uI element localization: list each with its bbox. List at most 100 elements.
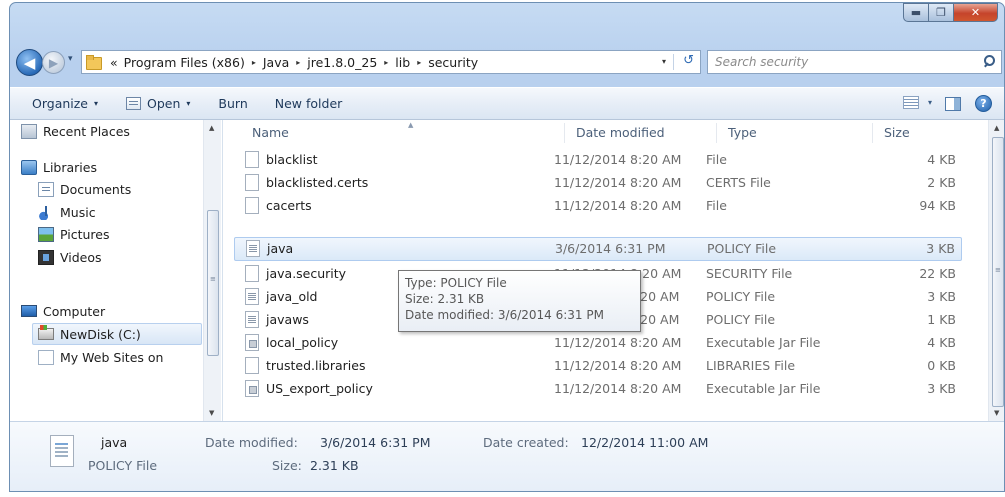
libraries-icon — [21, 159, 37, 175]
address-dropdown-icon[interactable]: ▾ — [662, 57, 666, 66]
close-button[interactable]: ✕ — [954, 3, 998, 22]
column-divider[interactable] — [564, 123, 565, 143]
sort-ascending-icon: ▲ — [408, 121, 414, 129]
scroll-down-icon[interactable]: ▼ — [209, 409, 214, 417]
nav-item-newdisk[interactable]: NewDisk (C:) — [32, 323, 202, 345]
file-size: 1 KB — [927, 312, 956, 327]
nav-scroll-thumb[interactable]: ≡ — [207, 210, 219, 356]
file-row-java[interactable]: java 3/6/2014 6:31 PM POLICY File 3 KB — [234, 237, 962, 261]
file-size: 4 KB — [927, 335, 956, 350]
forward-button[interactable]: ▶ — [42, 51, 65, 74]
file-date: 11/12/2014 8:20 AM — [554, 381, 682, 396]
nav-item-music[interactable]: Music — [38, 201, 96, 223]
tooltip-date-modified: Date modified: 3/6/2014 6:31 PM — [405, 308, 604, 322]
column-type[interactable]: Type — [728, 125, 757, 140]
details-size-label: Size: — [272, 458, 302, 473]
grip-icon: ≡ — [210, 275, 216, 283]
scroll-up-icon[interactable]: ▲ — [994, 124, 999, 132]
chevron-down-icon: ▾ — [94, 99, 99, 108]
nav-item-my-web-sites[interactable]: My Web Sites on — [38, 346, 203, 368]
column-size[interactable]: Size — [884, 125, 910, 140]
column-name[interactable]: Name — [252, 125, 289, 140]
nav-item-documents[interactable]: Documents — [38, 178, 131, 200]
file-row-us-export-policy[interactable]: US_export_policy 11/12/2014 8:20 AM Exec… — [234, 378, 962, 400]
nav-item-label: Videos — [60, 249, 102, 265]
chevron-right-icon[interactable]: ▸ — [252, 58, 256, 67]
search-icon[interactable] — [982, 54, 995, 68]
file-type: CERTS File — [706, 175, 771, 190]
file-row-blacklisted-certs[interactable]: blacklisted.certs 11/12/2014 8:20 AM CER… — [234, 172, 962, 194]
file-date: 11/12/2014 8:20 AM — [554, 152, 682, 167]
file-scroll-thumb[interactable]: ≡ — [992, 137, 1004, 407]
nav-item-pictures[interactable]: Pictures — [38, 223, 110, 245]
nav-item-recent-places[interactable]: Recent Places — [21, 120, 130, 142]
search-box[interactable] — [707, 50, 1002, 74]
address-bar[interactable]: « Program Files (x86) ▸ Java ▸ jre1.8.0_… — [81, 50, 701, 74]
organize-button[interactable]: Organize ▾ — [32, 96, 98, 111]
policy-file-icon — [245, 311, 259, 328]
file-name: local_policy — [266, 335, 339, 350]
file-date: 11/12/2014 8:20 AM — [554, 198, 682, 213]
file-row-cacerts[interactable]: cacerts 11/12/2014 8:20 AM File 94 KB — [234, 195, 962, 217]
documents-icon — [38, 181, 54, 197]
scroll-down-icon[interactable]: ▼ — [994, 409, 999, 417]
file-name: java — [267, 241, 294, 256]
file-name: java_old — [266, 289, 318, 304]
chevron-down-icon: ▾ — [186, 99, 191, 108]
file-row-local-policy[interactable]: local_policy 11/12/2014 8:20 AM Executab… — [234, 332, 962, 354]
tooltip-type: Type: POLICY File — [405, 276, 507, 290]
file-name: java.security — [266, 266, 347, 281]
nav-item-label: Recent Places — [43, 123, 130, 139]
breadcrumb-program-files[interactable]: Program Files (x86) — [124, 55, 245, 70]
recent-pages-dropdown-icon[interactable]: ▾ — [68, 54, 73, 64]
back-button[interactable]: ◀ — [16, 49, 43, 76]
file-type: Executable Jar File — [706, 335, 821, 350]
nav-item-label: Pictures — [60, 226, 110, 242]
details-file-type: POLICY File — [88, 458, 158, 473]
open-button[interactable]: Open ▾ — [126, 96, 190, 111]
refresh-icon[interactable]: ↺ — [683, 53, 694, 68]
file-date: 3/6/2014 6:31 PM — [555, 241, 666, 256]
file-name: trusted.libraries — [266, 358, 366, 373]
file-size: 3 KB — [927, 381, 956, 396]
chevron-right-icon[interactable]: ▸ — [296, 58, 300, 67]
explorer-window: ▬ ❐ ✕ ◀ ▶ ▾ « Program Files (x86) ▸ Java… — [9, 2, 1005, 492]
file-icon — [245, 197, 259, 214]
nav-item-libraries[interactable]: Libraries — [21, 156, 97, 178]
search-input[interactable] — [715, 55, 965, 69]
chevron-right-icon[interactable]: ▸ — [417, 58, 421, 67]
new-folder-button[interactable]: New folder — [275, 96, 343, 111]
file-icon — [245, 151, 259, 168]
nav-item-videos[interactable]: Videos — [38, 246, 102, 268]
breadcrumb-lib[interactable]: lib — [395, 55, 410, 70]
breadcrumb-security[interactable]: security — [428, 55, 478, 70]
minimize-button[interactable]: ▬ — [903, 3, 929, 22]
breadcrumb-java[interactable]: Java — [263, 55, 289, 70]
column-date-modified[interactable]: Date modified — [576, 125, 665, 140]
column-divider[interactable] — [716, 123, 717, 143]
file-row-blacklist[interactable]: blacklist 11/12/2014 8:20 AM File 4 KB — [234, 149, 962, 171]
file-list-scrollbar[interactable]: ▲ ≡ ▼ — [988, 120, 1004, 421]
breadcrumb-jre[interactable]: jre1.8.0_25 — [307, 55, 377, 70]
nav-item-label: Libraries — [43, 159, 97, 175]
scroll-up-icon[interactable]: ▲ — [209, 124, 214, 132]
policy-file-icon — [246, 240, 260, 257]
nav-item-label: Computer — [43, 303, 106, 319]
details-size-value: 2.31 KB — [310, 458, 359, 473]
breadcrumb-overflow-button[interactable]: « — [110, 55, 118, 70]
nav-scrollbar[interactable]: ▲ ≡ ▼ — [203, 120, 221, 421]
help-icon[interactable]: ? — [975, 95, 992, 112]
web-sites-icon — [38, 349, 54, 365]
nav-item-computer[interactable]: Computer — [21, 300, 105, 322]
file-row-trusted-libraries[interactable]: trusted.libraries 11/12/2014 8:20 AM LIB… — [234, 355, 962, 377]
open-icon — [126, 97, 142, 110]
burn-button[interactable]: Burn — [218, 96, 247, 111]
column-divider[interactable] — [872, 123, 873, 143]
file-date: 11/12/2014 8:20 AM — [554, 335, 682, 350]
maximize-button[interactable]: ❐ — [929, 3, 954, 22]
videos-icon — [38, 249, 54, 265]
file-size: 2 KB — [927, 175, 956, 190]
chevron-right-icon[interactable]: ▸ — [384, 58, 388, 67]
change-view-button[interactable]: ▾ — [902, 96, 932, 109]
preview-pane-icon[interactable] — [945, 97, 961, 111]
